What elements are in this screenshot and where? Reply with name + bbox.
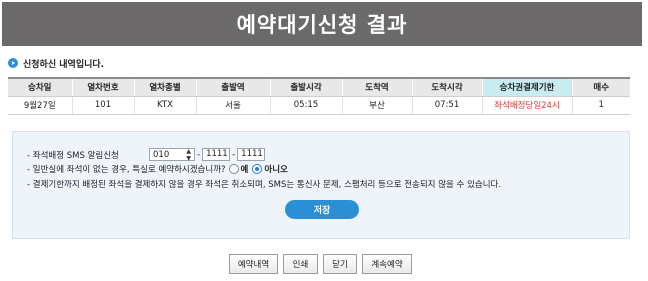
sms-label: - 좌석배정 SMS 알림신청 [27,150,119,161]
page-header: 예약대기신청 결과 [2,2,642,46]
save-button[interactable]: 저장 [285,200,359,219]
table-header-row: 승차일 열차번호 열차종별 출발역 출발시각 도착역 도착시각 승차권결제기한 … [8,77,630,97]
close-button[interactable]: 닫기 [323,254,357,274]
general-seat-row: - 일반실에 좌석이 없는 경우, 특실로 예약하시겠습니까? 예 아니오 [27,163,292,175]
col-train-number: 열차번호 [71,77,134,97]
notice-text: - 결제기한까지 배정된 좌석을 결제하지 않을 경우 좌석은 취소되며, SM… [27,180,502,190]
col-boarding-date: 승차일 [8,77,72,97]
continue-reservation-button[interactable]: 계속예약 [362,254,412,274]
cell-ticket-count: 1 [571,96,630,115]
col-payment-deadline: 승차권결제기한 [481,77,572,97]
dash-separator: - [232,149,236,160]
page-title: 예약대기신청 결과 [236,13,408,37]
phone-middle-input[interactable]: 1111 [202,148,231,161]
bullet-arrow-icon [8,58,18,68]
no-radio[interactable] [252,164,263,174]
col-arrival-time: 도착시각 [411,77,482,97]
section-heading: 신청하신 내역입니다. [8,56,104,70]
table-row: 9월27일 101 KTX 서울 05:15 부산 07:51 좌석배정당일24… [8,96,630,115]
reservation-history-button[interactable]: 예약내역 [229,254,278,274]
select-arrow-icon: ▲ ▼ [186,147,191,162]
col-departure-time: 출발시각 [269,77,342,97]
no-label[interactable]: 아니오 [264,163,287,175]
sms-row: - 좌석배정 SMS 알림신청 010 ▲ ▼ - 1111 - 1111 [27,147,266,162]
general-seat-label: - 일반실에 좌석이 없는 경우, 특실로 예약하시겠습니까? [27,165,226,175]
cell-train-type: KTX [133,96,196,115]
phone-prefix-value: 010 [153,149,170,160]
col-arrival-station: 도착역 [341,77,412,97]
col-train-type: 열차종별 [133,77,196,97]
notice-row: - 결제기한까지 배정된 좌석을 결제하지 않을 경우 좌석은 취소되며, SM… [27,178,501,190]
cell-departure-station: 서울 [195,96,270,115]
col-ticket-count: 매수 [571,77,630,97]
cell-departure-time: 05:15 [269,96,342,115]
reservation-result-table: 승차일 열차번호 열차종별 출발역 출발시각 도착역 도착시각 승차권결제기한 … [8,77,630,115]
options-panel: - 좌석배정 SMS 알림신청 010 ▲ ▼ - 1111 - 1111 - 일… [12,131,630,239]
print-button[interactable]: 인쇄 [283,254,318,274]
yes-radio[interactable] [228,164,239,174]
cell-train-number: 101 [71,96,134,115]
dash-separator: - [197,149,201,160]
cell-arrival-time: 07:51 [411,96,482,115]
section-title-text: 신청하신 내역입니다. [23,59,105,70]
phone-last-input[interactable]: 1111 [237,148,266,161]
bottom-button-bar: 예약내역 인쇄 닫기 계속예약 [229,254,412,274]
cell-boarding-date: 9월27일 [8,96,72,115]
col-departure-station: 출발역 [195,77,270,97]
yes-label[interactable]: 예 [241,163,249,175]
cell-arrival-station: 부산 [341,96,412,115]
cell-payment-deadline: 좌석배정당일24시 [481,96,572,115]
phone-prefix-select[interactable]: 010 ▲ ▼ [149,147,195,162]
